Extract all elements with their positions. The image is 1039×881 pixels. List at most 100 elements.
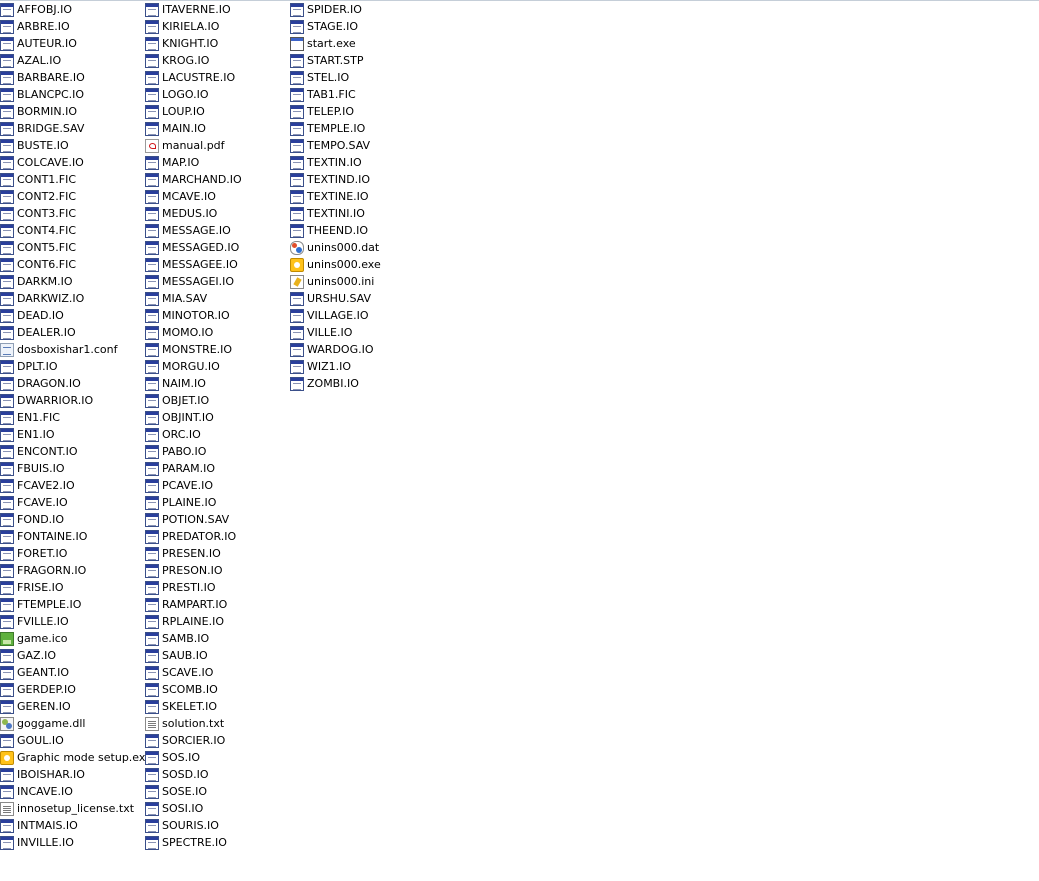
file-item[interactable]: PRESTI.IO [145, 579, 242, 596]
file-item[interactable]: FRAGORN.IO [0, 562, 152, 579]
file-item[interactable]: MINOTOR.IO [145, 307, 242, 324]
file-item[interactable]: BUSTE.IO [0, 137, 152, 154]
file-item[interactable]: GEANT.IO [0, 664, 152, 681]
file-item[interactable]: unins000.dat [290, 239, 381, 256]
file-item[interactable]: TEXTIND.IO [290, 171, 381, 188]
file-item[interactable]: unins000.ini [290, 273, 381, 290]
file-item[interactable]: GERDEP.IO [0, 681, 152, 698]
file-item[interactable]: game.ico [0, 630, 152, 647]
file-item[interactable]: GEREN.IO [0, 698, 152, 715]
file-item[interactable]: PABO.IO [145, 443, 242, 460]
file-item[interactable]: SCOMB.IO [145, 681, 242, 698]
file-item[interactable]: WARDOG.IO [290, 341, 381, 358]
file-item[interactable]: MARCHAND.IO [145, 171, 242, 188]
file-item[interactable]: SOSE.IO [145, 783, 242, 800]
file-item[interactable]: MESSAGED.IO [145, 239, 242, 256]
file-item[interactable]: PCAVE.IO [145, 477, 242, 494]
file-item[interactable]: LOUP.IO [145, 103, 242, 120]
file-item[interactable]: FCAVE2.IO [0, 477, 152, 494]
file-item[interactable]: INCAVE.IO [0, 783, 152, 800]
file-item[interactable]: DPLT.IO [0, 358, 152, 375]
file-item[interactable]: URSHU.SAV [290, 290, 381, 307]
file-item[interactable]: ZOMBI.IO [290, 375, 381, 392]
file-item[interactable]: START.STP [290, 52, 381, 69]
file-item[interactable]: FRISE.IO [0, 579, 152, 596]
file-item[interactable]: SAMB.IO [145, 630, 242, 647]
file-item[interactable]: AFFOBJ.IO [0, 1, 152, 18]
file-item[interactable]: DEAD.IO [0, 307, 152, 324]
file-item[interactable]: GAZ.IO [0, 647, 152, 664]
file-item[interactable]: MCAVE.IO [145, 188, 242, 205]
file-item[interactable]: CONT4.FIC [0, 222, 152, 239]
file-item[interactable]: KIRIELA.IO [145, 18, 242, 35]
file-item[interactable]: IBOISHAR.IO [0, 766, 152, 783]
file-item[interactable]: dosboxishar1.conf [0, 341, 152, 358]
file-item[interactable]: SPIDER.IO [290, 1, 381, 18]
file-item[interactable]: unins000.exe [290, 256, 381, 273]
file-item[interactable]: MAIN.IO [145, 120, 242, 137]
file-item[interactable]: PREDATOR.IO [145, 528, 242, 545]
file-item[interactable]: EN1.FIC [0, 409, 152, 426]
file-item[interactable]: KROG.IO [145, 52, 242, 69]
file-item[interactable]: RPLAINE.IO [145, 613, 242, 630]
file-item[interactable]: PRESON.IO [145, 562, 242, 579]
file-item[interactable]: DEALER.IO [0, 324, 152, 341]
file-item[interactable]: POTION.SAV [145, 511, 242, 528]
file-item[interactable]: FTEMPLE.IO [0, 596, 152, 613]
file-item[interactable]: WIZ1.IO [290, 358, 381, 375]
file-item[interactable]: TEXTIN.IO [290, 154, 381, 171]
file-item[interactable]: SOS.IO [145, 749, 242, 766]
file-item[interactable]: DRAGON.IO [0, 375, 152, 392]
file-item[interactable]: MEDUS.IO [145, 205, 242, 222]
file-item[interactable]: MESSAGE.IO [145, 222, 242, 239]
file-item[interactable]: BARBARE.IO [0, 69, 152, 86]
file-item[interactable]: TEMPLE.IO [290, 120, 381, 137]
file-item[interactable]: THEEND.IO [290, 222, 381, 239]
file-item[interactable]: PARAM.IO [145, 460, 242, 477]
file-item[interactable]: AZAL.IO [0, 52, 152, 69]
file-item[interactable]: COLCAVE.IO [0, 154, 152, 171]
file-item[interactable]: INVILLE.IO [0, 834, 152, 851]
file-item[interactable]: BORMIN.IO [0, 103, 152, 120]
file-item[interactable]: solution.txt [145, 715, 242, 732]
file-item[interactable]: PRESEN.IO [145, 545, 242, 562]
file-item[interactable]: INTMAIS.IO [0, 817, 152, 834]
file-item[interactable]: manual.pdf [145, 137, 242, 154]
file-item[interactable]: innosetup_license.txt [0, 800, 152, 817]
file-item[interactable]: SKELET.IO [145, 698, 242, 715]
file-item[interactable]: CONT2.FIC [0, 188, 152, 205]
file-item[interactable]: MORGU.IO [145, 358, 242, 375]
file-item[interactable]: GOUL.IO [0, 732, 152, 749]
file-item[interactable]: DWARRIOR.IO [0, 392, 152, 409]
file-item[interactable]: FORET.IO [0, 545, 152, 562]
file-item[interactable]: STEL.IO [290, 69, 381, 86]
file-item[interactable]: TEXTINE.IO [290, 188, 381, 205]
file-item[interactable]: CONT3.FIC [0, 205, 152, 222]
file-item[interactable]: OBJET.IO [145, 392, 242, 409]
file-item[interactable]: ARBRE.IO [0, 18, 152, 35]
file-item[interactable]: STAGE.IO [290, 18, 381, 35]
file-item[interactable]: SPECTRE.IO [145, 834, 242, 851]
file-item[interactable]: MOMO.IO [145, 324, 242, 341]
file-item[interactable]: VILLAGE.IO [290, 307, 381, 324]
file-item[interactable]: OBJINT.IO [145, 409, 242, 426]
file-item[interactable]: PLAINE.IO [145, 494, 242, 511]
file-item[interactable]: SCAVE.IO [145, 664, 242, 681]
file-item[interactable]: ITAVERNE.IO [145, 1, 242, 18]
file-item[interactable]: FVILLE.IO [0, 613, 152, 630]
file-item[interactable]: TEXTINI.IO [290, 205, 381, 222]
file-item[interactable]: RAMPART.IO [145, 596, 242, 613]
file-item[interactable]: LACUSTRE.IO [145, 69, 242, 86]
file-item[interactable]: CONT5.FIC [0, 239, 152, 256]
file-item[interactable]: goggame.dll [0, 715, 152, 732]
file-item[interactable]: CONT1.FIC [0, 171, 152, 188]
file-item[interactable]: start.exe [290, 35, 381, 52]
file-item[interactable]: SAUB.IO [145, 647, 242, 664]
file-item[interactable]: FCAVE.IO [0, 494, 152, 511]
file-item[interactable]: DARKM.IO [0, 273, 152, 290]
file-item[interactable]: SORCIER.IO [145, 732, 242, 749]
file-item[interactable]: TEMPO.SAV [290, 137, 381, 154]
file-item[interactable]: FONTAINE.IO [0, 528, 152, 545]
file-item[interactable]: LOGO.IO [145, 86, 242, 103]
file-item[interactable]: MIA.SAV [145, 290, 242, 307]
